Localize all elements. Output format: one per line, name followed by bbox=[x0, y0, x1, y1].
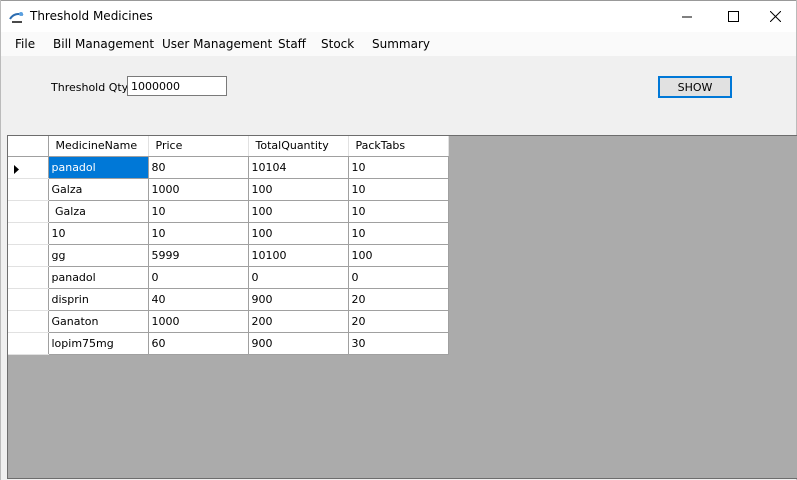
cell-price[interactable]: 1000 bbox=[148, 310, 249, 333]
close-button[interactable] bbox=[752, 1, 797, 32]
cell-medicine-name[interactable]: Galza bbox=[48, 178, 149, 201]
cell-total-quantity[interactable]: 10100 bbox=[248, 244, 349, 267]
row-header[interactable] bbox=[8, 310, 49, 333]
column-header-medicine-name[interactable]: MedicineName bbox=[48, 136, 149, 157]
cell-medicine-name[interactable]: Ganaton bbox=[48, 310, 149, 333]
cell-medicine-name[interactable]: gg bbox=[48, 244, 149, 267]
cell-total-quantity[interactable]: 100 bbox=[248, 178, 349, 201]
row-header[interactable] bbox=[8, 178, 49, 201]
menu-stock[interactable]: Stock bbox=[321, 37, 354, 51]
cell-price[interactable]: 1000 bbox=[148, 178, 249, 201]
cell-pack-tabs[interactable]: 0 bbox=[348, 266, 449, 289]
row-header[interactable] bbox=[8, 244, 49, 267]
table-row[interactable]: lopim75mg 60 900 30 bbox=[8, 332, 449, 355]
menu-user-management[interactable]: User Management bbox=[162, 37, 272, 51]
cell-pack-tabs[interactable]: 20 bbox=[348, 310, 449, 333]
row-header[interactable] bbox=[8, 288, 49, 311]
menu-summary[interactable]: Summary bbox=[372, 37, 430, 51]
cell-medicine-name[interactable]: lopim75mg bbox=[48, 332, 149, 355]
cell-total-quantity[interactable]: 100 bbox=[248, 222, 349, 245]
table-row[interactable]: 10 10 100 10 bbox=[8, 222, 449, 245]
header-row: MedicineName Price TotalQuantity PackTab… bbox=[8, 136, 449, 157]
cell-total-quantity[interactable]: 10104 bbox=[248, 156, 349, 179]
table-row[interactable]: Galza 10 100 10 bbox=[8, 200, 449, 223]
table-row[interactable]: Galza 1000 100 10 bbox=[8, 178, 449, 201]
row-header[interactable] bbox=[8, 200, 49, 223]
maximize-icon bbox=[727, 11, 739, 22]
row-header[interactable] bbox=[8, 222, 49, 245]
menu-bar: File Bill Management User Management Sta… bbox=[1, 32, 796, 56]
cell-pack-tabs[interactable]: 100 bbox=[348, 244, 449, 267]
cell-price[interactable]: 10 bbox=[148, 222, 249, 245]
row-header[interactable] bbox=[8, 266, 49, 289]
cell-total-quantity[interactable]: 200 bbox=[248, 310, 349, 333]
table-row[interactable]: panadol 80 10104 10 bbox=[8, 156, 449, 179]
cell-price[interactable]: 40 bbox=[148, 288, 249, 311]
table-row[interactable]: gg 5999 10100 100 bbox=[8, 244, 449, 267]
menu-file[interactable]: File bbox=[15, 37, 35, 51]
cell-pack-tabs[interactable]: 20 bbox=[348, 288, 449, 311]
cell-medicine-name[interactable]: Galza bbox=[48, 200, 149, 223]
show-button[interactable]: SHOW bbox=[658, 76, 732, 98]
title-bar[interactable]: Threshold Medicines bbox=[1, 0, 796, 32]
current-row-arrow-icon bbox=[14, 164, 20, 177]
cell-pack-tabs[interactable]: 10 bbox=[348, 200, 449, 223]
cell-pack-tabs[interactable]: 30 bbox=[348, 332, 449, 355]
menu-staff[interactable]: Staff bbox=[278, 37, 306, 51]
cell-pack-tabs[interactable]: 10 bbox=[348, 178, 449, 201]
cell-pack-tabs[interactable]: 10 bbox=[348, 156, 449, 179]
app-icon bbox=[9, 10, 25, 24]
table-row[interactable]: panadol 0 0 0 bbox=[8, 266, 449, 289]
cell-price[interactable]: 10 bbox=[148, 200, 249, 223]
threshold-qty-label: Threshold Qty bbox=[51, 81, 129, 94]
medicines-table: MedicineName Price TotalQuantity PackTab… bbox=[8, 136, 449, 355]
close-icon bbox=[769, 11, 781, 22]
maximize-button[interactable] bbox=[710, 1, 756, 32]
table-row[interactable]: Ganaton 1000 200 20 bbox=[8, 310, 449, 333]
cell-medicine-name[interactable]: panadol bbox=[48, 156, 149, 179]
cell-total-quantity[interactable]: 100 bbox=[248, 200, 349, 223]
cell-price[interactable]: 0 bbox=[148, 266, 249, 289]
cell-pack-tabs[interactable]: 10 bbox=[348, 222, 449, 245]
cell-price[interactable]: 80 bbox=[148, 156, 249, 179]
column-header-total-quantity[interactable]: TotalQuantity bbox=[248, 136, 349, 157]
window-title: Threshold Medicines bbox=[30, 9, 153, 23]
cell-price[interactable]: 60 bbox=[148, 332, 249, 355]
cell-price[interactable]: 5999 bbox=[148, 244, 249, 267]
medicines-grid[interactable]: MedicineName Price TotalQuantity PackTab… bbox=[7, 135, 797, 479]
row-header[interactable] bbox=[8, 332, 49, 355]
column-header-pack-tabs[interactable]: PackTabs bbox=[348, 136, 449, 157]
cell-medicine-name[interactable]: 10 bbox=[48, 222, 149, 245]
cell-total-quantity[interactable]: 900 bbox=[248, 332, 349, 355]
table-row[interactable]: disprin 40 900 20 bbox=[8, 288, 449, 311]
cell-medicine-name[interactable]: panadol bbox=[48, 266, 149, 289]
menu-bill-management[interactable]: Bill Management bbox=[53, 37, 154, 51]
minimize-button[interactable] bbox=[664, 1, 710, 32]
cell-medicine-name[interactable]: disprin bbox=[48, 288, 149, 311]
row-header[interactable] bbox=[8, 156, 49, 179]
cell-total-quantity[interactable]: 900 bbox=[248, 288, 349, 311]
threshold-qty-input[interactable] bbox=[127, 76, 227, 96]
grid-corner-header[interactable] bbox=[8, 136, 49, 157]
minimize-icon bbox=[682, 12, 692, 22]
column-header-price[interactable]: Price bbox=[148, 136, 249, 157]
cell-total-quantity[interactable]: 0 bbox=[248, 266, 349, 289]
threshold-medicines-window: Threshold Medicines File Bill Management… bbox=[0, 0, 797, 480]
